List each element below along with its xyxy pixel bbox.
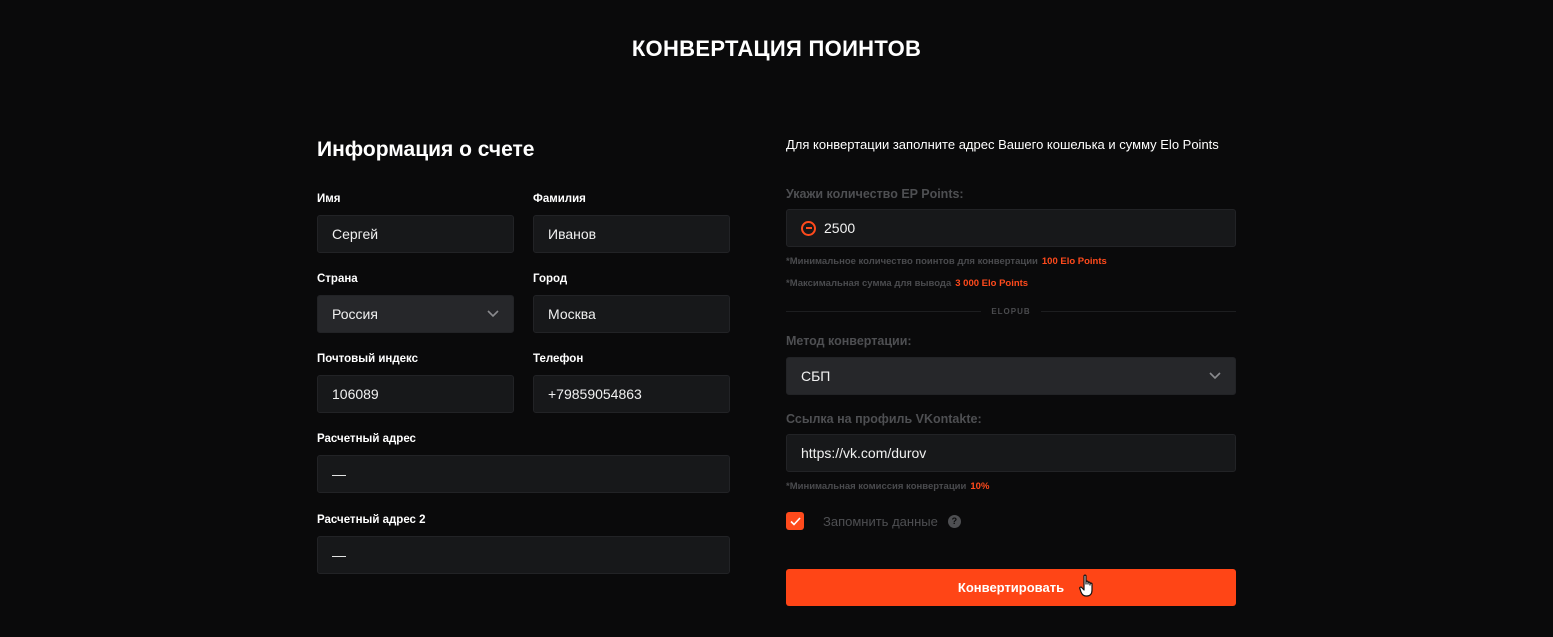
address1-label: Расчетный адрес (317, 433, 416, 445)
address2-label: Расчетный адрес 2 (317, 514, 426, 526)
chevron-down-icon (487, 308, 499, 320)
country-value: Россия (332, 306, 378, 322)
checkmark-icon (789, 516, 801, 526)
city-field: Город Москва (533, 272, 730, 333)
last-name-label: Фамилия (533, 193, 586, 205)
city-label: Город (533, 273, 568, 285)
max-amount-note: *Максимальная сумма для вывода 3 000 Elo … (786, 278, 1236, 289)
hand-pointer-icon (1079, 574, 1095, 601)
last-name-input[interactable]: Иванов (533, 215, 730, 253)
address2-input[interactable]: — (317, 536, 730, 574)
address2-field: Расчетный адрес 2 — (317, 513, 730, 574)
postal-field: Почтовый индекс 106089 (317, 352, 514, 413)
submit-wrap: Конвертировать (786, 569, 1236, 606)
amount-input[interactable]: 2500 (786, 209, 1236, 247)
profile-input[interactable]: https://vk.com/durov (786, 434, 1236, 472)
first-name-label: Имя (317, 193, 341, 205)
method-select[interactable]: СБП (786, 357, 1236, 395)
phone-label: Телефон (533, 353, 584, 365)
min-note-text: *Минимальное количество поинтов для конв… (786, 256, 1038, 267)
divider-line-left (786, 311, 982, 312)
fee-note-text: *Минимальная комиссия конвертации (786, 481, 967, 492)
method-label: Метод конвертации: (786, 334, 912, 348)
address1-input[interactable]: — (317, 455, 730, 493)
chevron-down-icon (1209, 370, 1221, 382)
amount-label: Укажи количество EP Points: (786, 187, 964, 201)
remember-row: Запомнить данные ? (786, 512, 1236, 530)
phone-field: Телефон +79859054863 (533, 352, 730, 413)
fee-note: *Минимальная комиссия конвертации 10% (786, 481, 1236, 492)
remember-checkbox[interactable] (786, 512, 804, 530)
elo-coin-icon (801, 220, 816, 236)
page-title: КОНВЕРТАЦИЯ ПОИНТОВ (631, 36, 922, 61)
convert-button[interactable]: Конвертировать (786, 569, 1236, 606)
section-title: Информация о счете (317, 138, 535, 161)
last-name-field: Фамилия Иванов (533, 192, 730, 253)
divider-line-right (1040, 311, 1236, 312)
amount-value: 2500 (824, 220, 856, 236)
divider: ELOPUB (786, 307, 1236, 316)
min-note-value: 100 Elo Points (1041, 256, 1107, 267)
first-name-input[interactable]: Сергей (317, 215, 514, 253)
max-note-value: 3 000 Elo Points (955, 278, 1029, 289)
remember-label[interactable]: Запомнить данные (823, 514, 938, 529)
country-label: Страна (317, 273, 358, 285)
account-info-section: Информация о счете Имя Сергей Фамилия Ив… (317, 137, 730, 574)
max-note-text: *Максимальная сумма для вывода (786, 278, 952, 289)
postal-input[interactable]: 106089 (317, 375, 514, 413)
method-value: СБП (801, 368, 831, 384)
city-input[interactable]: Москва (533, 295, 730, 333)
phone-input[interactable]: +79859054863 (533, 375, 730, 413)
question-icon[interactable]: ? (947, 514, 961, 528)
convert-button-label: Конвертировать (957, 580, 1065, 595)
page: КОНВЕРТАЦИЯ ПОИНТОВ Информация о счете И… (0, 0, 1553, 637)
fee-note-value: 10% (970, 481, 990, 492)
conversion-intro: Для конвертации заполните адрес Вашего к… (786, 137, 1219, 152)
country-select[interactable]: Россия (317, 295, 514, 333)
country-field: Страна Россия (317, 272, 514, 333)
first-name-field: Имя Сергей (317, 192, 514, 253)
divider-text: ELOPUB (991, 307, 1031, 316)
address1-field: Расчетный адрес — (317, 432, 730, 493)
profile-label: Ссылка на профиль VKontakte: (786, 412, 982, 426)
min-amount-note: *Минимальное количество поинтов для конв… (786, 256, 1236, 267)
postal-label: Почтовый индекс (317, 353, 419, 365)
